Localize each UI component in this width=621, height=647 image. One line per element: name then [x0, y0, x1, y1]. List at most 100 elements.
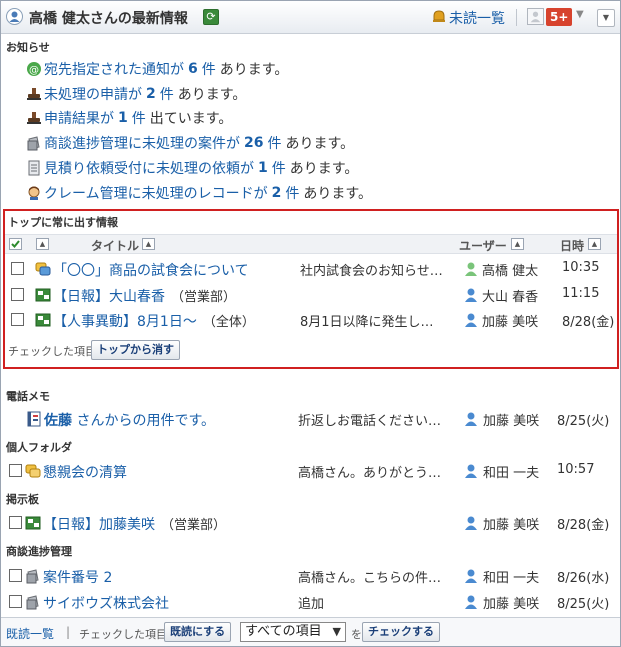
row-user[interactable]: 加藤 美咲: [482, 311, 538, 330]
latest-info-portlet: 高橋 健太さんの最新情報 ⟳ 未読一覧 5+ ▼ ▼ お知らせ @ 宛先指定され…: [0, 0, 621, 647]
row-title-text[interactable]: 【日報】大山春香: [53, 289, 165, 305]
notice-unit[interactable]: 件: [285, 183, 299, 203]
row-user[interactable]: 加藤 美咲: [483, 593, 539, 612]
user-icon: [465, 595, 477, 609]
check-button[interactable]: チェックする: [362, 622, 440, 642]
row-title[interactable]: 【日報】加藤美咲 （営業部）: [43, 514, 226, 534]
folder-cabinet-icon: [27, 136, 40, 151]
notice-count[interactable]: 1: [258, 160, 268, 176]
unread-list-link[interactable]: 未読一覧: [449, 8, 505, 28]
wo-label: を: [351, 628, 362, 641]
user-icon: [465, 516, 477, 530]
menu-dropdown-button[interactable]: ▼: [597, 9, 615, 27]
notice-item[interactable]: クレーム管理に未処理のレコードが 2 件あります。: [26, 183, 372, 203]
table-row[interactable]: サイボウズ株式会社 追加 加藤 美咲 8/25(火): [1, 591, 620, 613]
notice-link[interactable]: 商談進捗管理に未処理の案件が: [44, 133, 240, 153]
row-date: 11:15: [562, 286, 600, 301]
table-row[interactable]: 【人事異動】8月1日～ （全体） 8月1日以降に発生し… 加藤 美咲 8/28(金…: [5, 309, 617, 331]
sort-datetime-icon[interactable]: ▲: [588, 238, 601, 250]
notice-link[interactable]: 申請結果が: [44, 108, 114, 128]
sort-unread-icon[interactable]: ▲: [36, 238, 49, 250]
notice-item[interactable]: @ 宛先指定された通知が 6 件あります。: [26, 59, 288, 79]
sort-user-icon[interactable]: ▲: [511, 238, 524, 250]
caller-name[interactable]: 佐藤: [44, 413, 72, 429]
notice-count[interactable]: 26: [244, 135, 263, 151]
row-checkbox[interactable]: [11, 313, 24, 326]
row-preview: 社内試食会のお知らせ…: [300, 264, 443, 279]
check-all-icon[interactable]: [9, 238, 22, 250]
table-row[interactable]: 【日報】加藤美咲 （営業部） 加藤 美咲 8/28(金): [1, 512, 620, 534]
row-checkbox[interactable]: [11, 288, 24, 301]
row-title[interactable]: 【日報】大山春香 （営業部）: [53, 286, 236, 306]
notice-unit[interactable]: 件: [160, 84, 174, 104]
row-preview: 追加: [298, 597, 325, 612]
user-icon: [6, 8, 23, 25]
row-user[interactable]: 高橋 健太: [482, 260, 538, 279]
row-title-text[interactable]: さんからの用件です。: [76, 413, 215, 429]
row-checkbox[interactable]: [9, 516, 22, 529]
filter-select[interactable]: すべての項目 ▼: [240, 622, 346, 642]
notice-item[interactable]: 未処理の申請が 2 件あります。: [26, 84, 246, 104]
read-list-link[interactable]: 既読一覧: [6, 625, 54, 642]
chevron-down-icon[interactable]: ▼: [576, 9, 584, 20]
row-title[interactable]: 佐藤 さんからの用件です。: [44, 410, 215, 430]
notice-item[interactable]: 見積り依頼受付に未処理の依頼が 1 件あります。: [26, 158, 358, 178]
row-title[interactable]: 「〇〇」商品の試食会について: [53, 260, 249, 280]
column-title: タイトル: [91, 239, 140, 253]
row-title[interactable]: 【人事異動】8月1日～ （全体）: [53, 311, 255, 331]
folder-cabinet-icon: [26, 595, 39, 610]
notification-badge[interactable]: 5+: [546, 8, 573, 26]
notice-item[interactable]: 申請結果が 1 件出ています。: [26, 108, 232, 128]
row-user[interactable]: 加藤 美咲: [483, 514, 539, 533]
row-checkbox[interactable]: [11, 262, 24, 275]
row-date: 10:57: [557, 462, 595, 477]
user-icon: [465, 288, 477, 302]
person-icon: [28, 186, 40, 200]
row-title-text[interactable]: 【人事異動】8月1日～: [53, 314, 197, 330]
row-subtitle: （全体）: [202, 315, 255, 330]
row-checkbox[interactable]: [9, 464, 22, 477]
avatar[interactable]: [527, 8, 544, 25]
report-icon: [25, 516, 41, 530]
row-title[interactable]: 懇親会の清算: [43, 462, 127, 482]
personal-section-title: 個人フォルダ: [6, 441, 72, 454]
notice-item[interactable]: 商談進捗管理に未処理の案件が 26 件あります。: [26, 133, 354, 153]
row-title[interactable]: 案件番号 2: [43, 567, 112, 587]
table-row[interactable]: 案件番号 2 高橋さん。こちらの件… 和田 一夫 8/26(水): [1, 565, 620, 587]
report-icon: [35, 288, 51, 302]
remove-from-top-button[interactable]: トップから消す: [91, 340, 180, 360]
notice-count[interactable]: 6: [188, 61, 198, 77]
message-icon: [35, 262, 51, 276]
row-user[interactable]: 大山 春香: [482, 286, 538, 305]
notice-unit[interactable]: 件: [267, 133, 281, 153]
notice-link[interactable]: 未処理の申請が: [44, 84, 142, 104]
message-icon: [25, 464, 41, 478]
notice-link[interactable]: クレーム管理に未処理のレコードが: [44, 183, 268, 203]
row-user[interactable]: 和田 一夫: [483, 567, 539, 586]
table-row[interactable]: 懇親会の清算 高橋さん。ありがとう… 和田 一夫 10:57: [1, 460, 620, 482]
table-row[interactable]: 佐藤 さんからの用件です。 折返しお電話ください… 加藤 美咲 8/25(火): [1, 408, 620, 430]
notice-count[interactable]: 2: [146, 86, 156, 102]
notice-count[interactable]: 2: [272, 185, 282, 201]
notice-unit[interactable]: 件: [272, 158, 286, 178]
row-title-text[interactable]: 【日報】加藤美咲: [43, 517, 155, 533]
row-checkbox[interactable]: [9, 595, 22, 608]
row-user[interactable]: 和田 一夫: [483, 462, 539, 481]
notice-count[interactable]: 1: [118, 110, 128, 126]
refresh-icon[interactable]: ⟳: [203, 9, 219, 25]
notice-link[interactable]: 見積り依頼受付に未処理の依頼が: [44, 158, 254, 178]
deals-section-title: 商談進捗管理: [6, 545, 72, 558]
portlet-footer: 既読一覧 | チェックした項目を 既読にする すべての項目 ▼ を チェックする: [1, 617, 620, 646]
row-user[interactable]: 加藤 美咲: [483, 410, 539, 429]
notice-unit[interactable]: 件: [132, 108, 146, 128]
sort-title-icon[interactable]: ▲: [142, 238, 155, 250]
notice-link[interactable]: 宛先指定された通知が: [44, 59, 184, 79]
row-checkbox[interactable]: [9, 569, 22, 582]
row-title[interactable]: サイボウズ株式会社: [43, 593, 169, 613]
notice-unit[interactable]: 件: [202, 59, 216, 79]
mark-read-button[interactable]: 既読にする: [164, 622, 232, 642]
bell-icon[interactable]: [431, 9, 447, 24]
table-row[interactable]: 「〇〇」商品の試食会について 社内試食会のお知らせ… 高橋 健太 10:35: [5, 258, 617, 280]
user-icon: [465, 262, 477, 276]
table-row[interactable]: 【日報】大山春香 （営業部） 大山 春香 11:15: [5, 284, 617, 306]
